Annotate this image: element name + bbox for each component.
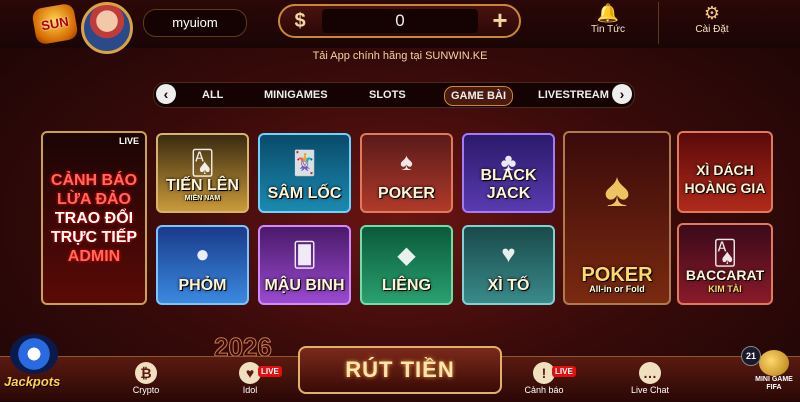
spade-icon: ♣	[500, 149, 517, 176]
minigame-fifa-button[interactable]: 21 MINI GAME FIFA	[741, 346, 795, 400]
promo-line: TRAO ĐỔI	[54, 209, 134, 227]
game-subtitle: All-in or Fold	[589, 284, 645, 294]
settings-button[interactable]: ⚙ Cài Đặt	[662, 2, 762, 44]
playing-cards-icon: 🂡	[190, 150, 215, 177]
game-label: TIẾN LÊN MIỀN NAM	[166, 177, 239, 211]
chat-bubble-icon: …	[639, 362, 661, 384]
game-title: TIẾN LÊN	[166, 177, 239, 194]
trophy-icon	[759, 350, 789, 376]
sunwin-logo[interactable]: SUN	[31, 2, 79, 46]
category-tabs: ‹ ALL MINIGAMES SLOTS GAME BÀI LIVESTREA…	[153, 82, 635, 108]
poker-chips-icon: ◆	[397, 242, 416, 269]
playing-cards-icon: 🂡	[712, 240, 738, 267]
warning-label: Cảnh báo	[524, 385, 564, 395]
ace-of-spades-icon: ♠	[604, 164, 630, 217]
game-title: PHỎM	[178, 277, 227, 294]
news-button[interactable]: 🔔 Tin Tức	[558, 2, 659, 44]
idol-label: Idol	[242, 385, 258, 395]
game-title: LIÊNG	[382, 277, 431, 294]
game-title: POKER	[581, 264, 653, 286]
idol-button[interactable]: ♥ Idol LIVE	[200, 362, 300, 402]
game-subtitle: MIỀN NAM	[184, 195, 221, 202]
game-poker[interactable]: ♠ POKER	[360, 133, 453, 213]
tab-slots[interactable]: SLOTS	[369, 86, 406, 104]
scam-warning-live-card[interactable]: LIVE CẢNH BÁO LỪA ĐẢO TRAO ĐỔI TRỰC TIẾP…	[41, 131, 147, 305]
jackpot-disc-icon	[10, 334, 58, 374]
news-label: Tin Tức	[591, 24, 625, 35]
live-tag: LIVE	[118, 136, 139, 146]
promo-text: CẢNH BÁO LỪA ĐẢO TRAO ĐỔI TRỰC TIẾP ADMI…	[51, 171, 137, 266]
game-black-jack[interactable]: ♣ BLACK JACK	[462, 133, 555, 213]
promo-line: LỪA ĐẢO	[56, 190, 131, 208]
bitcoin-icon: ₿	[135, 362, 157, 384]
minigame-count-badge: 21	[741, 346, 761, 366]
game-title: POKER	[378, 185, 435, 202]
game-title: MẬU BINH	[264, 277, 345, 294]
game-subtitle: KIM TÀI	[708, 284, 742, 294]
jackpots-label: Jackpots	[4, 374, 61, 389]
tabs-next-arrow[interactable]: ›	[612, 84, 632, 104]
live-badge: LIVE	[258, 366, 282, 377]
promo-line: TRỰC TIẾP	[50, 228, 138, 246]
live-chat-button[interactable]: … Live Chat	[600, 362, 700, 402]
tabs-prev-arrow[interactable]: ‹	[156, 84, 176, 104]
game-title: SÂM LỐC	[267, 185, 342, 202]
playing-cards-icon: ♥	[501, 241, 516, 268]
promo-line: ADMIN	[67, 247, 121, 265]
playing-cards-icon: 🂠	[292, 242, 317, 269]
warning-button[interactable]: ! Cảnh báo LIVE	[494, 362, 594, 402]
coins-icon: ●	[195, 241, 210, 268]
app-download-notice[interactable]: Tải App chính hãng tại SUNWIN.KE	[0, 50, 800, 62]
game-mau-binh[interactable]: 🂠 MẬU BINH	[258, 225, 351, 305]
game-title: XÌ DÁCH HOÀNG GIA	[684, 162, 766, 196]
game-title: XÌ TỐ	[487, 277, 530, 294]
minigame-sub-label: FIFA	[766, 384, 782, 391]
tab-all[interactable]: ALL	[202, 86, 223, 104]
game-baccarat[interactable]: 🂡 BACCARAT KIM TÀI	[677, 223, 773, 305]
poker-chips-icon: ♠	[400, 149, 413, 176]
game-phom[interactable]: ● PHỎM	[156, 225, 249, 305]
deposit-plus-button[interactable]: +	[487, 7, 513, 34]
jackpots-button[interactable]: Jackpots	[0, 330, 72, 400]
game-label: POKER All-in or Fold	[581, 264, 653, 303]
balance-box: $ 0 +	[278, 4, 521, 38]
playing-cards-icon: 🃏	[289, 150, 320, 177]
balance-value: 0	[322, 9, 478, 33]
dollar-icon: $	[294, 10, 306, 32]
live-badge: LIVE	[552, 366, 576, 377]
game-poker-all-in[interactable]: ♠ POKER All-in or Fold	[563, 131, 671, 305]
live-chat-label: Live Chat	[630, 385, 670, 395]
tab-game-bai[interactable]: GAME BÀI	[444, 86, 513, 106]
tab-minigames[interactable]: MINIGAMES	[264, 86, 328, 104]
minigame-label: MINI GAME	[755, 376, 793, 383]
game-sam-loc[interactable]: 🃏 SÂM LỐC	[258, 133, 351, 213]
game-label: BACCARAT KIM TÀI	[686, 266, 764, 303]
promo-line: CẢNH BÁO	[50, 171, 138, 189]
game-lieng[interactable]: ◆ LIÊNG	[360, 225, 453, 305]
game-xi-to[interactable]: ♥ XÌ TỐ	[462, 225, 555, 305]
settings-label: Cài Đặt	[695, 24, 729, 35]
gear-icon: ⚙	[703, 3, 721, 23]
username-display[interactable]: myuiom	[143, 9, 247, 37]
bell-icon: 🔔	[596, 3, 620, 23]
user-avatar[interactable]	[81, 2, 133, 54]
game-title: BACCARAT	[685, 267, 765, 283]
withdraw-button[interactable]: RÚT TIỀN	[298, 346, 502, 394]
crypto-button[interactable]: ₿ Crypto	[96, 362, 196, 402]
game-tien-len[interactable]: 🂡 TIẾN LÊN MIỀN NAM	[156, 133, 249, 213]
game-xi-dach-hoang-gia[interactable]: XÌ DÁCH HOÀNG GIA	[677, 131, 773, 213]
crypto-label: Crypto	[132, 385, 160, 395]
tab-livestream[interactable]: LIVESTREAM	[538, 86, 609, 104]
